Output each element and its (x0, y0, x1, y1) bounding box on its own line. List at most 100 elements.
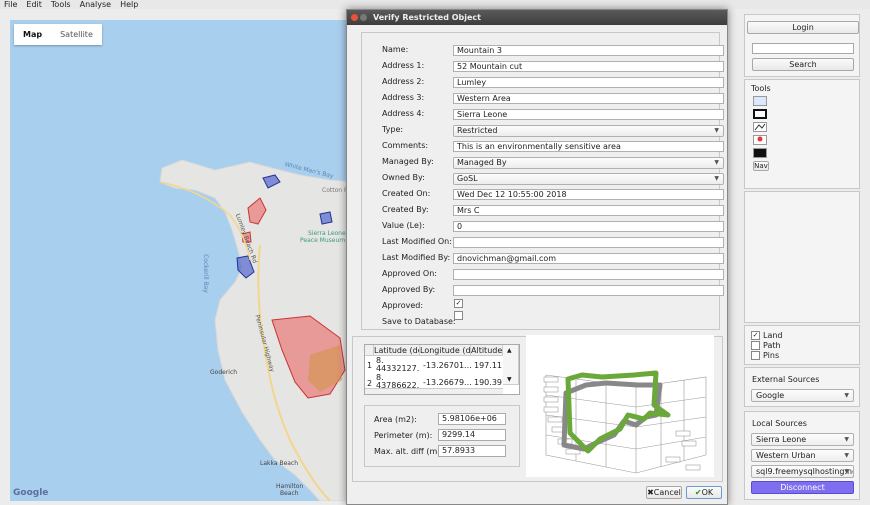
map-label-hamilton: Hamilton (276, 483, 304, 490)
tools-title: Tools (751, 84, 771, 93)
minimize-window-icon[interactable] (360, 14, 367, 21)
type-select[interactable]: Restricted ▼ (453, 125, 724, 137)
local-source-country-select[interactable]: Sierra Leone ▼ (751, 433, 854, 446)
rectangle-tool-icon[interactable] (753, 109, 767, 119)
layer-pins-label: Pins (763, 351, 780, 360)
layer-pins-checkbox[interactable]: Pins (751, 351, 779, 360)
polygon-tool-icon[interactable] (753, 148, 767, 158)
col-header-longitude[interactable]: Longitude (deg (420, 345, 471, 356)
login-button[interactable]: Login (747, 21, 859, 34)
row-number: 1 (367, 361, 373, 370)
map-label-goderich: Goderich (210, 369, 238, 376)
layer-path-label: Path (763, 341, 781, 350)
table-cell[interactable]: 44332127... (376, 364, 420, 373)
chevron-down-icon: ▼ (844, 392, 849, 399)
col-header-altitude[interactable]: Altitude (471, 345, 503, 356)
created-on-field[interactable]: Wed Dec 12 10:55:00 2018 (453, 189, 724, 200)
menu-tools[interactable]: Tools (51, 0, 71, 9)
menu-analyse[interactable]: Analyse (80, 0, 112, 9)
label-save-to-database: Save to Database: (382, 317, 456, 326)
area-field[interactable]: 5.98106e+06 (438, 413, 506, 425)
table-cell[interactable]: -13.26679... (423, 378, 471, 387)
verify-restricted-object-dialog: Verify Restricted Object Name: Mountain … (346, 9, 728, 505)
label-address3: Address 3: (382, 93, 425, 102)
pin-tool-icon[interactable] (753, 135, 767, 145)
approved-checkbox[interactable]: ✓ (454, 299, 463, 308)
horizontal-scrollbar[interactable] (365, 388, 503, 394)
table-cell[interactable]: -13.26701... (423, 361, 471, 370)
ok-label: OK (701, 488, 714, 497)
approved-on-field[interactable] (453, 269, 724, 280)
vertical-scrollbar[interactable]: ▲ ▼ (503, 345, 519, 385)
map-label-cockerill: Cockerill Bay (201, 254, 209, 293)
land-polygon-2[interactable] (319, 211, 333, 225)
chevron-down-icon: ▼ (714, 159, 719, 166)
map-view[interactable]: Map Satellite White Man's Bay Cotton R S… (10, 20, 390, 501)
label-name: Name: (382, 45, 409, 54)
layer-land-checkbox[interactable]: ✓ Land (751, 331, 783, 340)
last-modified-on-field[interactable] (453, 237, 724, 248)
search-input[interactable] (752, 43, 854, 54)
chevron-down-icon: ▼ (714, 127, 719, 134)
last-modified-by-field[interactable]: dnovichman@gmail.com (453, 253, 724, 264)
disconnect-button[interactable]: Disconnect (751, 481, 854, 494)
path-checkmark[interactable] (751, 341, 760, 350)
address2-field[interactable]: Lumley (453, 77, 724, 88)
col-header-latitude[interactable]: Latitude (deg (374, 345, 420, 356)
label-perimeter: Perimeter (m): (374, 431, 433, 440)
comments-field[interactable]: This is an environmentally sensitive are… (453, 141, 724, 152)
label-area: Area (m2): (374, 415, 417, 424)
label-owned-by: Owned By: (382, 173, 425, 182)
path-tool-icon[interactable] (753, 122, 767, 132)
search-button[interactable]: Search (752, 58, 854, 71)
local-source-region-select[interactable]: Western Urban ▼ (751, 449, 854, 462)
managed-by-select[interactable]: Managed By ▼ (453, 157, 724, 169)
local-source-host-value: sql9.freemysqlhosting.net (756, 467, 854, 476)
address4-field[interactable]: Sierra Leone (453, 109, 724, 120)
label-approved-on: Approved On: (382, 269, 437, 278)
pins-checkmark[interactable] (751, 351, 760, 360)
address3-field[interactable]: Western Area (453, 93, 724, 104)
label-address1: Address 1: (382, 61, 425, 70)
name-field[interactable]: Mountain 3 (453, 45, 724, 56)
table-cell[interactable]: 190.391 (474, 378, 503, 387)
tab-satellite[interactable]: Satellite (51, 24, 102, 45)
menu-help[interactable]: Help (120, 0, 138, 9)
address1-field[interactable]: 52 Mountain cut (453, 61, 724, 72)
ok-button[interactable]: ✔OK (686, 486, 722, 499)
local-sources-title: Local Sources (752, 419, 807, 428)
external-source-select[interactable]: Google ▼ (751, 389, 854, 402)
map-tool-icon[interactable] (753, 96, 767, 106)
3d-elevation-plot[interactable] (526, 335, 714, 477)
external-source-value: Google (756, 391, 785, 400)
cancel-label: Cancel (653, 488, 681, 497)
3d-plot-canvas (543, 370, 707, 474)
label-max-alt-diff: Max. alt. diff (m): (374, 447, 444, 456)
land-checkmark[interactable]: ✓ (751, 331, 760, 340)
cancel-button[interactable]: ✖Cancel (646, 486, 682, 499)
menu-file[interactable]: File (4, 0, 17, 9)
table-cell[interactable]: 197.111 (474, 361, 503, 370)
local-source-country-value: Sierra Leone (756, 435, 807, 444)
local-source-host-select[interactable]: sql9.freemysqlhosting.net ▼ (751, 465, 854, 478)
perimeter-field[interactable]: 9299.14 (438, 429, 506, 441)
value-field[interactable]: 0 (453, 221, 724, 232)
local-source-region-value: Western Urban (756, 451, 816, 460)
coordinates-table[interactable]: Latitude (deg Longitude (deg Altitude ▲▼… (364, 344, 520, 395)
close-window-icon[interactable] (351, 14, 358, 21)
created-by-field[interactable]: Mrs C (453, 205, 724, 216)
menu-edit[interactable]: Edit (26, 0, 42, 9)
table-corner (365, 345, 374, 356)
layer-path-checkbox[interactable]: Path (751, 341, 781, 350)
approved-by-field[interactable] (453, 285, 724, 296)
label-address2: Address 2: (382, 77, 425, 86)
chevron-down-icon: ▼ (844, 452, 849, 459)
owned-by-select[interactable]: GoSL ▼ (453, 173, 724, 185)
label-address4: Address 4: (382, 109, 425, 118)
save-to-database-checkbox[interactable] (454, 311, 463, 320)
max-alt-diff-field[interactable]: 57.8933 (438, 445, 506, 457)
nav-button[interactable]: Nav (753, 161, 769, 171)
dialog-titlebar: Verify Restricted Object (347, 10, 727, 25)
tab-map[interactable]: Map (14, 24, 51, 45)
blank-panel (744, 191, 860, 323)
